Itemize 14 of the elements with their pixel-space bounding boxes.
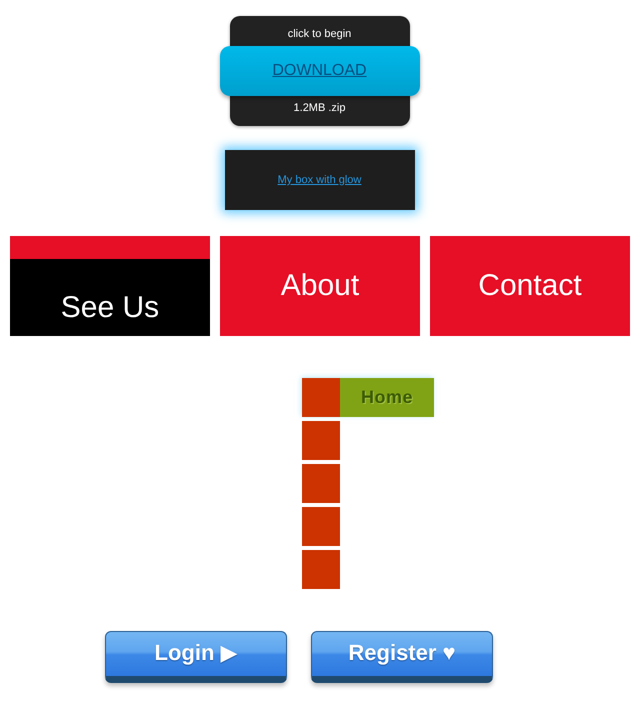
menu-item[interactable]: Home — [302, 378, 434, 417]
action-button[interactable]: Login ▶ — [105, 631, 287, 683]
file-size-text: 1.2MB .zip — [292, 101, 346, 115]
menu-item[interactable] — [302, 507, 340, 546]
menu-item[interactable] — [302, 550, 340, 589]
nav-tile[interactable]: Contact — [430, 236, 630, 336]
download-button[interactable]: DOWNLOAD — [220, 46, 420, 96]
nav-tile[interactable]: See Us — [10, 236, 210, 336]
action-button[interactable]: Register ♥ — [311, 631, 493, 683]
glow-link[interactable]: My box with glow — [278, 174, 362, 186]
hint-text: click to begin — [286, 27, 352, 41]
menu-item[interactable] — [302, 421, 340, 460]
menu-item[interactable] — [302, 464, 340, 503]
nav-tile[interactable]: About — [220, 236, 420, 336]
